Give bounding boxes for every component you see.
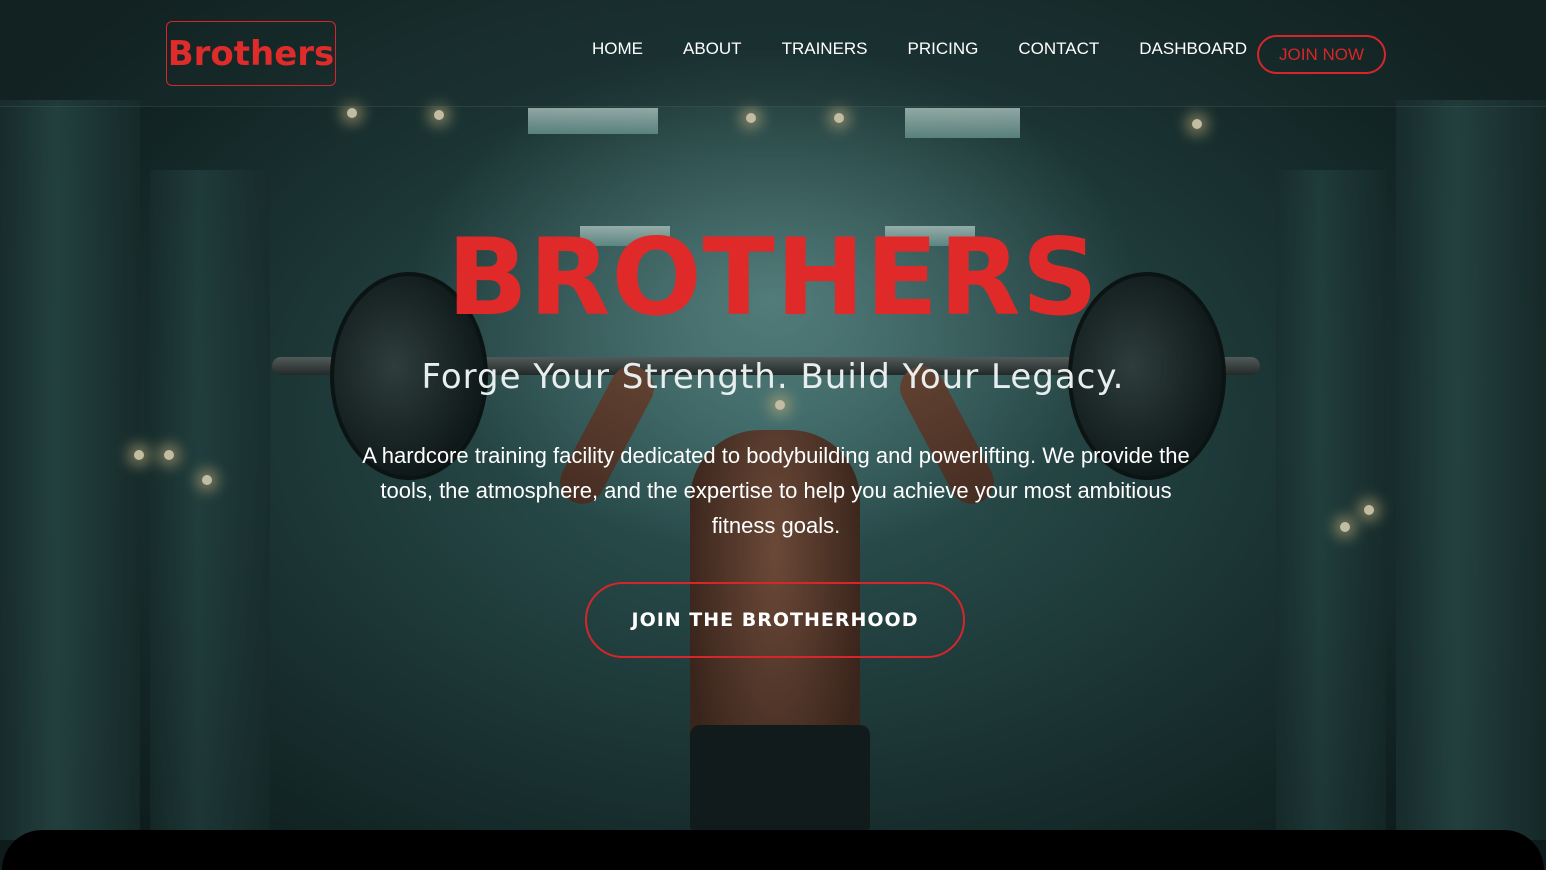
nav-item-trainers[interactable]: TRAINERS — [762, 36, 888, 62]
join-now-button[interactable]: JOIN NOW — [1257, 35, 1386, 74]
nav-item-dashboard[interactable]: DASHBOARD — [1119, 36, 1267, 62]
nav-item-about[interactable]: ABOUT — [663, 36, 762, 62]
nav-item-contact[interactable]: CONTACT — [998, 36, 1119, 62]
nav-links: HOME ABOUT TRAINERS PRICING CONTACT DASH… — [572, 36, 1267, 62]
nav-item-home[interactable]: HOME — [572, 36, 663, 62]
hero-title: BROTHERS — [447, 216, 1099, 339]
join-brotherhood-button[interactable]: JOIN THE BROTHERHOOD — [585, 582, 965, 658]
hero-description: A hardcore training facility dedicated t… — [362, 443, 1190, 538]
hero-subtitle: Forge Your Strength. Build Your Legacy. — [421, 357, 1125, 397]
hero-overlay — [0, 0, 1546, 870]
next-section-edge — [2, 830, 1544, 870]
hero-section: Brothers HOME ABOUT TRAINERS PRICING CON… — [0, 0, 1546, 870]
nav-item-pricing[interactable]: PRICING — [888, 36, 999, 62]
navbar: Brothers HOME ABOUT TRAINERS PRICING CON… — [0, 0, 1546, 107]
brand-logo[interactable]: Brothers — [166, 21, 336, 86]
